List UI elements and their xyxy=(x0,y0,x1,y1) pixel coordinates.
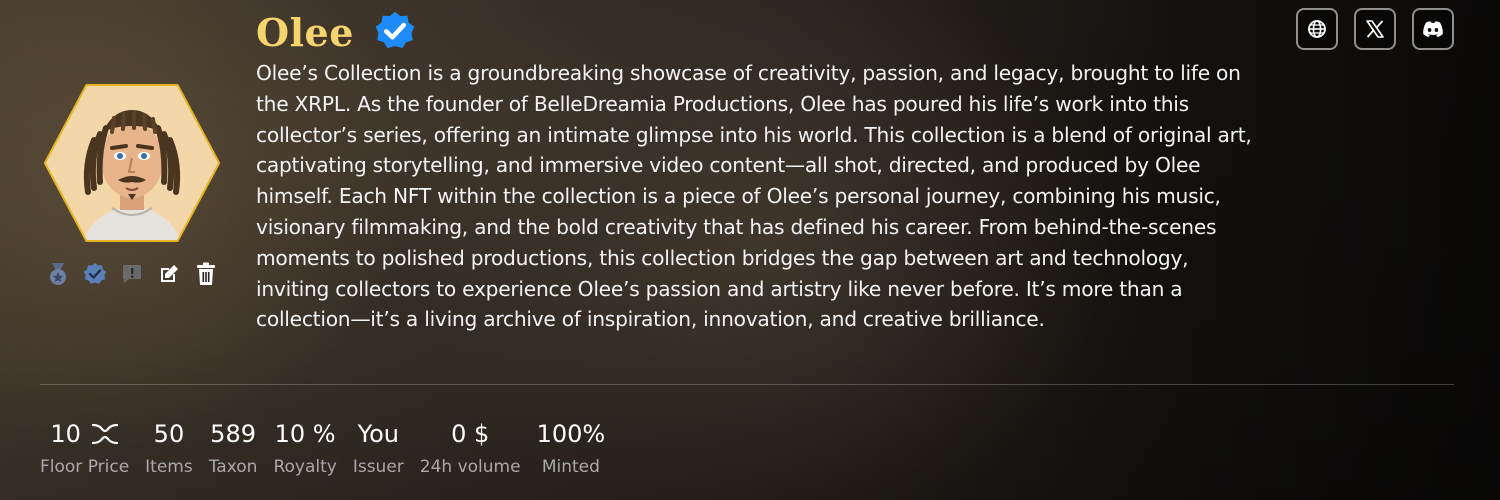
collection-title: Olee xyxy=(256,10,354,55)
stat-label: Items xyxy=(145,457,193,477)
social-links xyxy=(1296,8,1454,50)
x-button[interactable] xyxy=(1354,8,1396,50)
stat-taxon: 589 Taxon xyxy=(201,418,266,480)
website-button[interactable] xyxy=(1296,8,1338,50)
globe-icon xyxy=(1308,20,1326,38)
collection-description: Olee’s Collection is a groundbreaking sh… xyxy=(256,61,1252,332)
stat-value: 10 % xyxy=(274,420,336,448)
x-logo-icon xyxy=(1366,20,1384,38)
stat-value: 50 xyxy=(153,420,185,448)
verify-check-icon[interactable] xyxy=(83,262,107,286)
verified-badge-icon xyxy=(374,10,416,56)
xrp-icon xyxy=(91,423,118,445)
stat-issuer: You Issuer xyxy=(345,418,412,480)
discord-button[interactable] xyxy=(1412,8,1454,50)
stat-24h-volume: 0 $ 24h volume xyxy=(412,418,529,480)
edit-icon[interactable] xyxy=(157,262,181,286)
stat-value: 10 xyxy=(50,420,81,448)
section-divider xyxy=(40,384,1454,385)
trash-icon[interactable] xyxy=(194,262,218,286)
stat-minted: 100% Minted xyxy=(529,418,614,480)
report-icon[interactable] xyxy=(120,262,144,286)
stat-royalty: 10 % Royalty xyxy=(265,418,344,480)
collection-header: Olee xyxy=(256,10,416,56)
discord-icon xyxy=(1423,21,1443,37)
collection-actions xyxy=(46,262,218,286)
stat-floor-price: 10 Floor Price xyxy=(32,418,137,480)
stat-label: Taxon xyxy=(208,457,258,477)
stat-label: Royalty xyxy=(273,457,337,477)
collection-stats: 10 Floor Price 50 Items 589 Taxon 10 % R… xyxy=(32,418,613,480)
stat-value: 0 $ xyxy=(451,420,490,448)
stat-label: Floor Price xyxy=(40,457,130,477)
collection-avatar xyxy=(42,82,222,244)
medal-icon[interactable] xyxy=(46,262,70,286)
stat-value: 589 xyxy=(210,420,256,448)
stat-value: 100% xyxy=(536,420,606,448)
stat-label: 24h volume xyxy=(419,457,521,477)
stat-value: You xyxy=(357,420,399,448)
stat-items: 50 Items xyxy=(137,418,201,480)
stat-label: Issuer xyxy=(352,457,404,477)
stat-label: Minted xyxy=(541,457,600,477)
